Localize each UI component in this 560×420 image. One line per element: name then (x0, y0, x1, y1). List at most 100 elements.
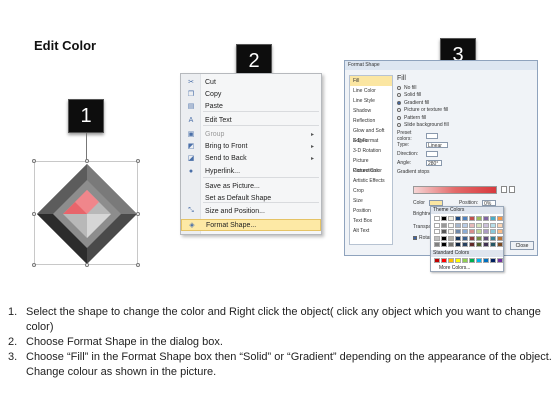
theme-color-swatch[interactable] (455, 216, 461, 221)
nav-item[interactable]: Artistic Effects (350, 176, 392, 186)
theme-color-swatch[interactable] (483, 242, 489, 247)
fill-option[interactable]: Gradient fill (397, 99, 533, 107)
theme-color-swatch[interactable] (497, 229, 503, 234)
theme-color-swatch[interactable] (469, 235, 475, 241)
nav-item[interactable]: Position (350, 206, 392, 216)
theme-color-swatch[interactable] (497, 222, 503, 228)
radio-button[interactable] (397, 108, 401, 113)
radio-button[interactable] (397, 85, 401, 90)
gradient-stops-bar[interactable] (413, 186, 497, 194)
radio-button[interactable] (397, 115, 401, 120)
theme-color-swatch[interactable] (462, 229, 468, 234)
resize-handle[interactable] (136, 212, 140, 216)
radio-button[interactable] (397, 93, 401, 98)
menu-item[interactable]: ◪ Send to Back ▸ (181, 152, 321, 164)
standard-color-swatch[interactable] (497, 258, 503, 263)
standard-color-swatch[interactable] (490, 258, 496, 263)
theme-color-swatch[interactable] (434, 235, 440, 241)
theme-color-swatch[interactable] (490, 235, 496, 241)
type-dropdown[interactable]: Linear (426, 141, 448, 149)
angle-input[interactable]: 280° (426, 159, 442, 167)
theme-color-swatch[interactable] (462, 235, 468, 241)
nav-item[interactable]: 3-D Format (350, 136, 392, 146)
resize-handle[interactable] (85, 159, 89, 163)
nav-item[interactable]: Size (350, 196, 392, 206)
standard-color-swatch[interactable] (455, 258, 461, 263)
theme-color-swatch[interactable] (448, 229, 454, 234)
nav-item[interactable]: Fill (350, 76, 392, 86)
fill-option[interactable]: Picture or texture fill (397, 107, 533, 115)
direction-dropdown[interactable] (426, 150, 438, 157)
fill-option[interactable]: No fill (397, 84, 533, 92)
theme-color-swatch[interactable] (441, 216, 447, 221)
resize-handle[interactable] (85, 263, 89, 267)
menu-item[interactable]: ❐ Copy (181, 88, 321, 100)
standard-color-swatch[interactable] (434, 258, 440, 263)
theme-color-swatch[interactable] (434, 242, 440, 247)
theme-color-swatch[interactable] (476, 235, 482, 241)
theme-color-swatch[interactable] (455, 222, 461, 228)
theme-color-swatch[interactable] (497, 242, 503, 247)
theme-color-swatch[interactable] (441, 235, 447, 241)
nav-item[interactable]: 3-D Rotation (350, 146, 392, 156)
theme-color-swatch[interactable] (476, 216, 482, 221)
theme-color-swatch[interactable] (469, 229, 475, 234)
preset-colors-dropdown[interactable] (426, 132, 438, 139)
theme-color-swatch[interactable] (441, 242, 447, 247)
theme-color-swatch[interactable] (490, 229, 496, 234)
resize-handle[interactable] (32, 159, 36, 163)
resize-handle[interactable] (32, 263, 36, 267)
theme-color-swatch[interactable] (483, 222, 489, 228)
theme-color-swatch[interactable] (455, 235, 461, 241)
menu-item[interactable]: ⤡ Size and Position... (181, 205, 321, 217)
theme-color-swatch[interactable] (441, 229, 447, 234)
theme-color-swatch[interactable] (476, 242, 482, 247)
resize-handle[interactable] (32, 212, 36, 216)
theme-color-swatch[interactable] (434, 229, 440, 234)
resize-handle[interactable] (136, 159, 140, 163)
standard-color-swatch[interactable] (462, 258, 468, 263)
theme-color-swatch[interactable] (455, 242, 461, 247)
nav-item[interactable]: Alt Text (350, 226, 392, 236)
resize-handle[interactable] (136, 263, 140, 267)
standard-color-swatch[interactable] (476, 258, 482, 263)
theme-color-swatch[interactable] (455, 229, 461, 234)
menu-item[interactable]: ▣ Group ▸ (181, 128, 321, 140)
theme-color-swatch[interactable] (448, 235, 454, 241)
theme-color-swatch[interactable] (469, 222, 475, 228)
diamond-shape[interactable] (35, 162, 139, 266)
theme-color-swatch[interactable] (497, 235, 503, 241)
theme-color-swatch[interactable] (483, 216, 489, 221)
menu-item[interactable]: ◈ Format Shape... (181, 219, 321, 231)
radio-button[interactable] (397, 123, 401, 128)
theme-color-swatch[interactable] (448, 222, 454, 228)
theme-color-swatch[interactable] (483, 235, 489, 241)
theme-color-swatch[interactable] (469, 216, 475, 221)
menu-item[interactable]: ◩ Bring to Front ▸ (181, 140, 321, 152)
standard-color-swatch[interactable] (469, 258, 475, 263)
theme-color-swatch[interactable] (476, 229, 482, 234)
theme-color-swatch[interactable] (490, 242, 496, 247)
nav-item[interactable]: Text Box (350, 216, 392, 226)
radio-button[interactable] (397, 100, 401, 105)
theme-color-swatch[interactable] (462, 222, 468, 228)
standard-color-swatch[interactable] (448, 258, 454, 263)
nav-item[interactable]: Picture Corrections (350, 156, 392, 174)
theme-color-swatch[interactable] (448, 242, 454, 247)
fill-option[interactable]: Slide background fill (397, 122, 533, 130)
theme-color-swatch[interactable] (476, 222, 482, 228)
menu-item[interactable]: ✂ Cut (181, 76, 321, 88)
theme-color-swatch[interactable] (497, 216, 503, 221)
menu-item[interactable]: ● Hyperlink... (181, 165, 321, 177)
theme-color-swatch[interactable] (462, 216, 468, 221)
selected-shape-frame[interactable] (32, 159, 140, 267)
menu-item[interactable]: Save as Picture... (181, 180, 321, 192)
more-colors-link[interactable]: More Colors... (439, 265, 470, 271)
theme-color-swatch[interactable] (441, 222, 447, 228)
theme-color-swatch[interactable] (448, 216, 454, 221)
theme-color-swatch[interactable] (483, 229, 489, 234)
theme-color-swatch[interactable] (462, 242, 468, 247)
nav-item[interactable]: Line Color (350, 86, 392, 96)
fill-option[interactable]: Solid fill (397, 92, 533, 100)
nav-item[interactable]: Glow and Soft Edges (350, 126, 392, 144)
